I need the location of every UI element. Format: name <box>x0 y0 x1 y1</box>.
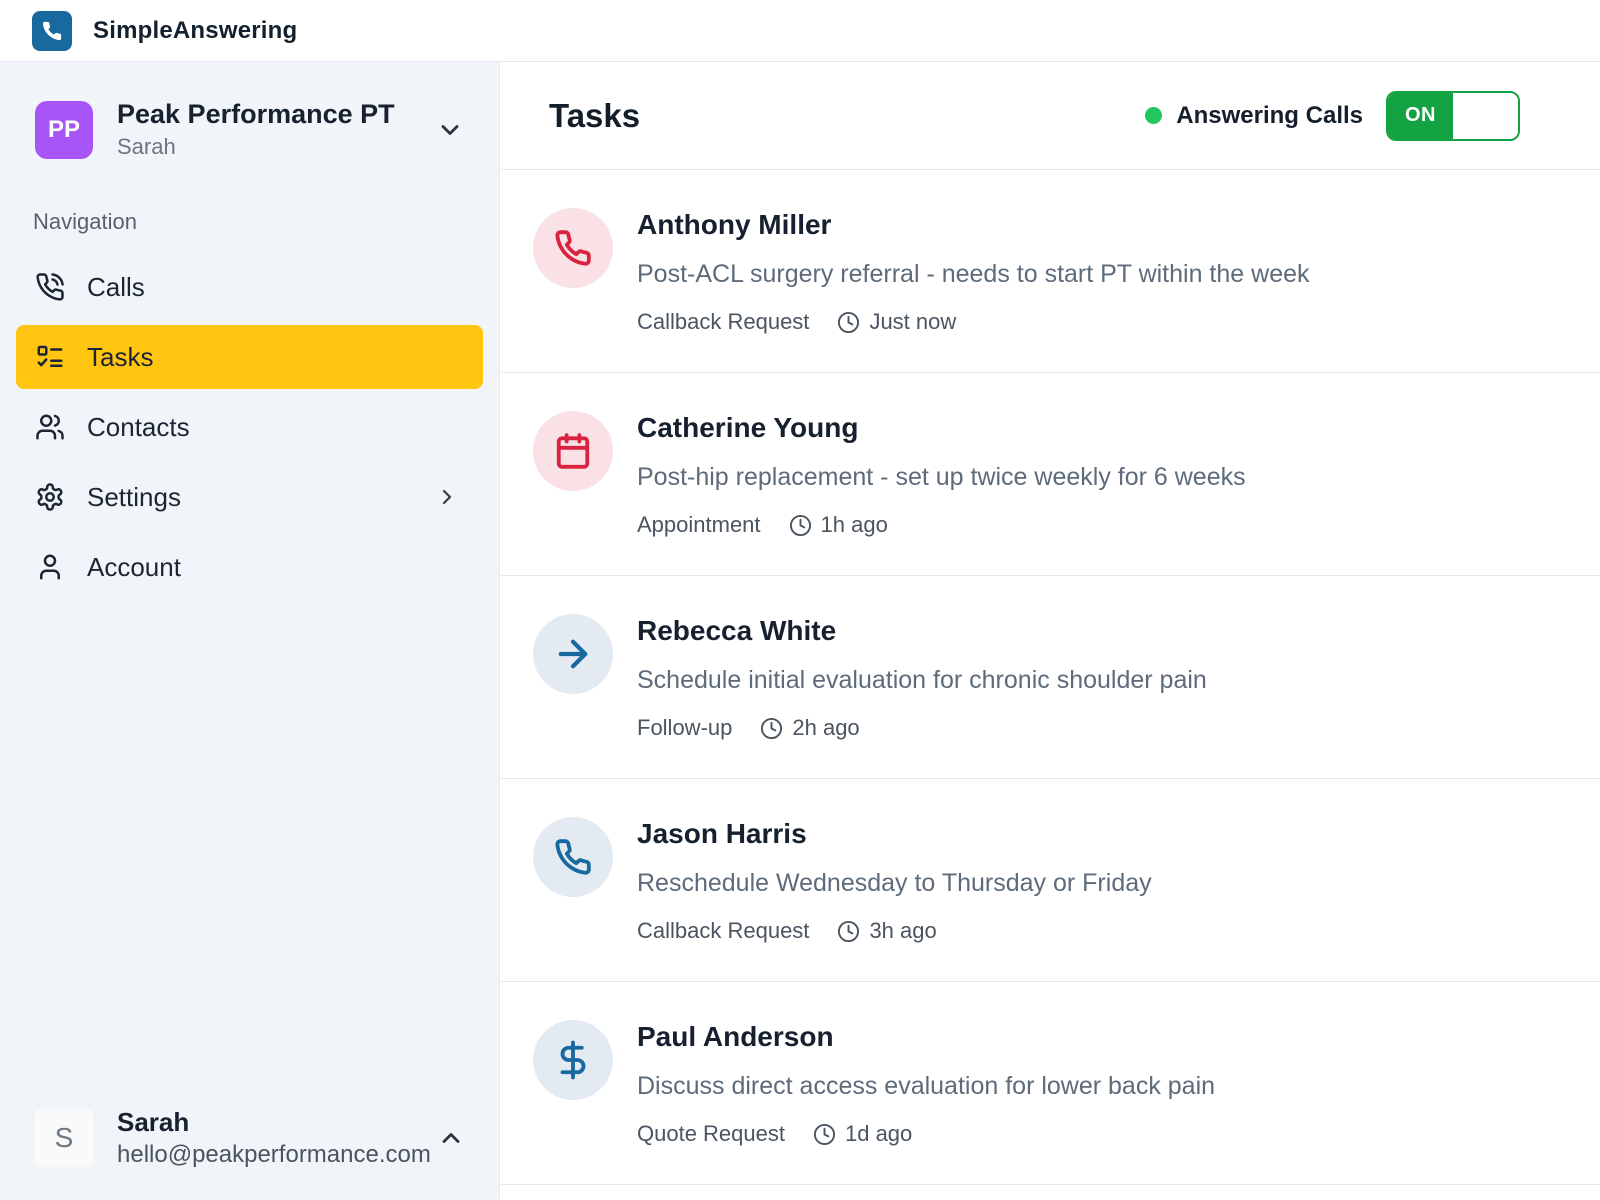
task-category: Callback Request <box>637 309 810 334</box>
sidebar-item-label: Tasks <box>87 341 154 372</box>
sidebar-item-label: Contacts <box>87 411 190 442</box>
task-time: 2h ago <box>792 715 860 740</box>
task-name: Catherine Young <box>637 412 859 443</box>
task-time: 1h ago <box>820 512 888 537</box>
page-title: Tasks <box>549 96 641 134</box>
task-row[interactable]: Paul Anderson Discuss direct access eval… <box>501 982 1600 1185</box>
task-name: Jason Harris <box>637 818 807 849</box>
task-avatar <box>533 411 613 491</box>
task-row[interactable]: Jason Harris Reschedule Wednesday to Thu… <box>501 779 1600 982</box>
task-name: Anthony Miller <box>637 209 832 240</box>
sidebar-nav: Calls Tasks Contacts Settings Account <box>0 255 499 599</box>
task-name: Paul Anderson <box>637 1021 834 1052</box>
task-time: 1d ago <box>844 1121 913 1146</box>
task-row[interactable]: Rebecca White Schedule initial evaluatio… <box>501 576 1600 779</box>
sidebar-item-label: Calls <box>87 271 145 302</box>
calendar-icon <box>556 433 590 469</box>
arrow-right-icon <box>558 639 588 669</box>
org-switcher[interactable]: PP Peak Performance PT Sarah <box>0 62 499 161</box>
clock-icon <box>837 311 860 334</box>
phone-icon <box>555 839 591 875</box>
user-avatar: S <box>35 1109 93 1167</box>
answering-calls-toggle[interactable]: ON <box>1386 90 1520 141</box>
clock-icon <box>813 1123 836 1146</box>
task-time: 3h ago <box>869 918 937 943</box>
phone-icon <box>41 20 63 42</box>
task-time: Just now <box>869 309 957 334</box>
task-avatar <box>533 614 613 694</box>
task-description: Discuss direct access evaluation for low… <box>637 1072 1216 1100</box>
chevron-down-icon <box>436 116 464 144</box>
task-category: Quote Request <box>637 1121 785 1146</box>
task-avatar <box>533 817 613 897</box>
sidebar-item-calls[interactable]: Calls <box>16 255 483 319</box>
task-description: Reschedule Wednesday to Thursday or Frid… <box>637 869 1152 897</box>
clock-icon <box>837 920 860 943</box>
status-label: Answering Calls <box>1176 101 1363 129</box>
task-row[interactable]: Anthony Miller Post-ACL surgery referral… <box>501 170 1600 373</box>
status-dot <box>1145 107 1163 124</box>
user-email: hello@peakperformance.com <box>117 1141 431 1168</box>
sidebar-item-account[interactable]: Account <box>16 535 483 599</box>
task-category: Follow-up <box>637 715 733 740</box>
user-menu[interactable]: S Sarah hello@peakperformance.com <box>0 1106 500 1170</box>
main-content: Tasks Answering Calls ON Anthony Miller … <box>501 62 1600 1200</box>
sidebar-item-settings[interactable]: Settings <box>16 465 483 529</box>
user-name: Sarah <box>117 1107 190 1137</box>
org-avatar: PP <box>35 100 93 159</box>
task-avatar <box>533 1020 613 1100</box>
clock-icon <box>760 717 783 740</box>
task-avatar <box>533 208 613 288</box>
user-icon <box>40 554 60 580</box>
app-logo <box>32 10 72 51</box>
main-header: Tasks Answering Calls ON <box>501 62 1600 170</box>
task-row[interactable]: Catherine Young Post-hip replacement - s… <box>501 373 1600 576</box>
chevron-right-icon <box>435 485 459 509</box>
sidebar: PP Peak Performance PT Sarah Navigation … <box>0 62 500 1200</box>
toggle-on-label: ON <box>1388 92 1453 139</box>
sidebar-item-contacts[interactable]: Contacts <box>16 395 483 459</box>
task-category: Callback Request <box>637 918 810 943</box>
task-description: Post-hip replacement - set up twice week… <box>637 463 1246 491</box>
phone-call-icon <box>36 273 64 301</box>
topbar: SimpleAnswering <box>0 0 1600 62</box>
answering-status: Answering Calls ON <box>1145 90 1520 141</box>
app-name: SimpleAnswering <box>93 16 298 44</box>
org-subtitle: Sarah <box>117 134 176 159</box>
toggle-knob <box>1453 92 1518 139</box>
users-icon <box>36 414 64 440</box>
task-list: Anthony Miller Post-ACL surgery referral… <box>501 170 1600 1185</box>
sidebar-item-label: Account <box>87 551 181 582</box>
clock-icon <box>789 514 812 537</box>
list-todo-icon <box>37 345 63 367</box>
sidebar-item-label: Settings <box>87 481 181 512</box>
task-description: Schedule initial evaluation for chronic … <box>637 666 1207 694</box>
phone-icon <box>555 230 591 266</box>
task-category: Appointment <box>637 512 761 537</box>
gear-icon <box>37 483 63 511</box>
chevron-up-icon <box>437 1124 465 1152</box>
nav-section-label: Navigation <box>33 209 137 234</box>
sidebar-item-tasks[interactable]: Tasks <box>16 325 483 389</box>
org-name: Peak Performance PT <box>117 99 395 129</box>
dollar-icon <box>560 1040 586 1080</box>
task-name: Rebecca White <box>637 615 837 646</box>
task-description: Post-ACL surgery referral - needs to sta… <box>637 260 1310 288</box>
